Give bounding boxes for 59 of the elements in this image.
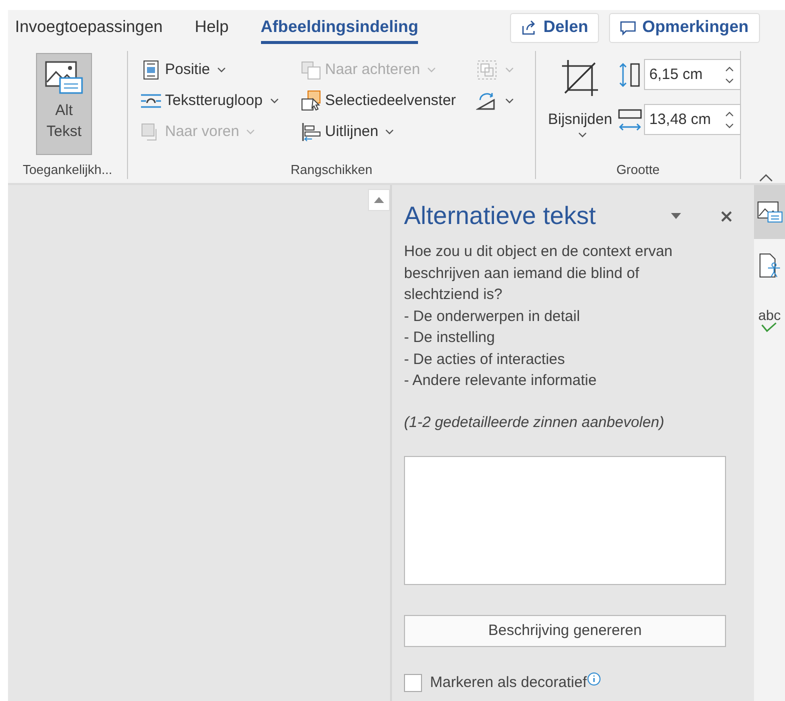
share-button[interactable]: Delen: [510, 12, 600, 42]
ribbon-command[interactable]: Positie: [140, 57, 300, 82]
caret-icon: [427, 66, 436, 72]
group-label: Toegankelijkh...: [22, 161, 114, 179]
ribbon-command[interactable]: Selectiedeelvenster: [300, 88, 476, 113]
checkbox-label: Markeren als decoratief: [430, 674, 587, 691]
instruction-bullet: - De onderwerpen in detail: [404, 306, 581, 326]
spin-arrows-icon: [725, 64, 734, 84]
spelling-label: abc: [758, 308, 781, 322]
spin-arrows-icon: [725, 110, 734, 130]
instruction-bullet: - De instelling: [404, 328, 496, 348]
info-icon[interactable]: [586, 672, 601, 686]
side-pane-button[interactable]: abc: [754, 293, 785, 347]
ribbon-command[interactable]: Uitlijnen: [300, 119, 476, 144]
ribbon-tab[interactable]: Help: [194, 12, 229, 44]
ribbon-tab[interactable]: Afbeeldingsindeling: [260, 12, 418, 44]
caret-icon: [578, 132, 587, 138]
crop-button[interactable]: Bijsnijden: [548, 59, 612, 161]
ribbon-tab[interactable]: Invoegtoepassingen: [15, 12, 163, 44]
group-label: Rangschikken: [290, 161, 374, 179]
height-icon: [618, 62, 642, 88]
share-icon: [521, 20, 538, 36]
instruction-text: Hoe zou u dit object en de context ervan beschrijven aan iemand die blind of slechtziend is?: [404, 242, 674, 305]
send-backward-icon: [300, 58, 322, 80]
up-arrow-icon: [374, 197, 384, 203]
caret-icon: [246, 128, 256, 134]
group-objects-icon: [476, 58, 498, 80]
scroll-up-button[interactable]: [368, 189, 390, 211]
accessibility-check-icon: [756, 253, 782, 279]
caret-icon: [217, 66, 226, 72]
caret-icon: [385, 128, 394, 134]
selection-pane-icon: [300, 90, 322, 112]
width-field[interactable]: 13,48 cm: [644, 104, 742, 135]
caret-icon: [505, 98, 514, 104]
close-icon[interactable]: [721, 210, 732, 222]
collapse-ribbon-icon[interactable]: [759, 173, 773, 183]
side-pane-button[interactable]: [754, 185, 785, 239]
height-field[interactable]: 6,15 cm: [644, 59, 742, 90]
crop-icon: [561, 59, 600, 97]
group-label: Grootte: [615, 161, 661, 179]
generate-description-button[interactable]: Beschrijving genereren: [404, 614, 726, 646]
check-icon: [761, 322, 778, 332]
alt-text-button[interactable]: Alt Tekst: [36, 53, 92, 155]
comments-button[interactable]: Opmerkingen: [609, 12, 760, 42]
alt-text-icon: [44, 60, 84, 96]
hint-text: (1-2 gedetailleerde zinnen aanbevolen): [404, 414, 666, 430]
comment-icon: [620, 20, 636, 36]
width-icon: [618, 106, 642, 132]
instruction-bullet: - Andere relevante informatie: [404, 371, 598, 391]
caret-icon: [270, 98, 279, 104]
alt-text-icon: [756, 199, 782, 225]
pane-options-icon[interactable]: [671, 213, 681, 219]
caret-icon: [505, 66, 514, 72]
decorative-checkbox[interactable]: [404, 674, 422, 692]
align-icon: [300, 120, 322, 142]
instruction-bullet: - De acties of interacties: [404, 350, 566, 370]
pane-title: Alternatieve tekst: [404, 202, 597, 230]
alt-text-field[interactable]: [404, 456, 726, 584]
ribbon-command[interactable]: Tekstterugloop: [140, 88, 300, 113]
